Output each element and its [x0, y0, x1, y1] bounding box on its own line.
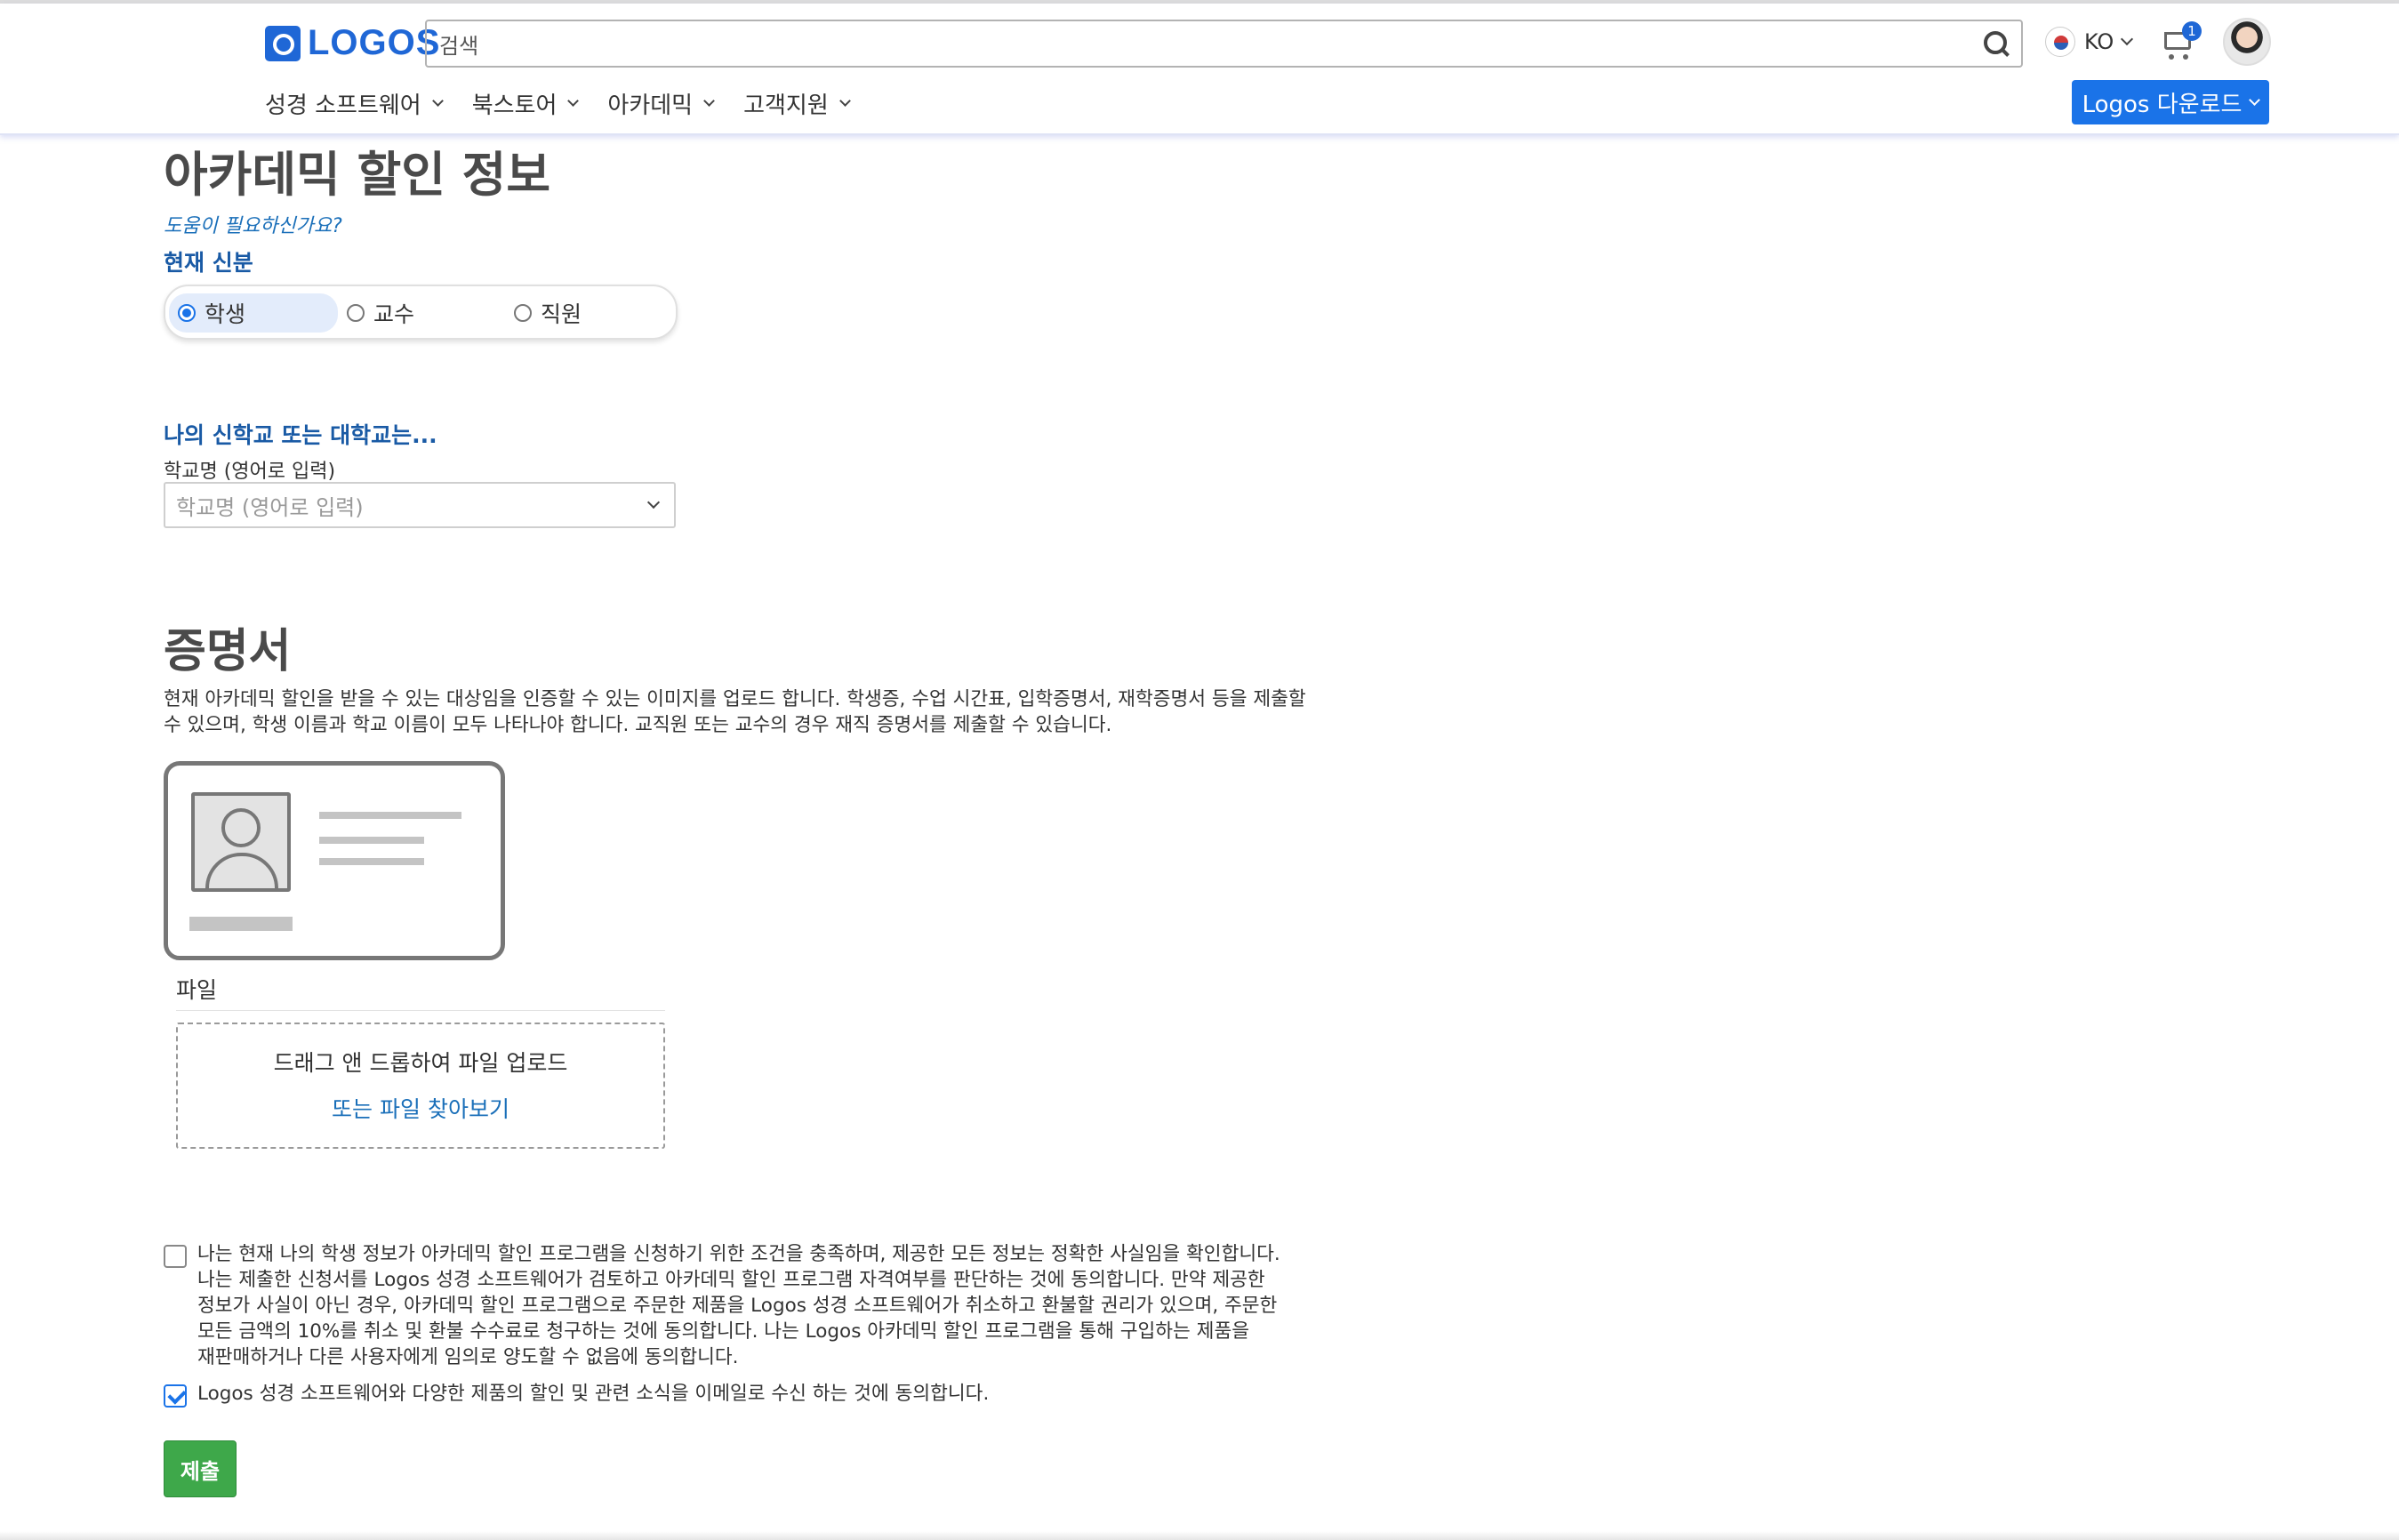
newsletter-checkbox[interactable]	[164, 1384, 187, 1408]
chevron-down-icon	[703, 95, 715, 107]
main-nav: 성경 소프트웨어 북스토어 아카데믹 고객지원	[265, 87, 879, 120]
role-option-professor[interactable]: 교수	[338, 293, 498, 333]
search-input-value: 검색	[439, 33, 479, 59]
eligibility-checkbox[interactable]	[164, 1245, 187, 1268]
id-card-line	[319, 812, 461, 819]
file-dropzone[interactable]: 드래그 앤 드롭하여 파일 업로드 또는 파일 찾아보기	[176, 1023, 665, 1149]
language-selector[interactable]: KO	[2045, 27, 2134, 57]
certificate-title: 증명서	[164, 625, 292, 678]
certificate-description: 현재 아카데믹 할인을 받을 수 있는 대상임을 인증할 수 있는 이미지를 업…	[164, 686, 1355, 738]
certificate-description-line: 수 있으며, 학생 이름과 학교 이름이 모두 나타나야 합니다. 교직원 또는…	[164, 714, 1112, 736]
search-icon[interactable]	[1977, 26, 2012, 61]
cart-count-badge: 1	[2182, 21, 2202, 41]
newsletter-agreement: Logos 성경 소프트웨어와 다양한 제품의 할인 및 관련 소식을 이메일로…	[164, 1381, 1344, 1408]
chevron-down-icon	[567, 95, 580, 107]
site-header: LOGOS 검색 KO 1 성경 소프트웨어 북스토어 아카데믹 고객지원 Lo…	[0, 4, 2399, 135]
school-heading: 나의 신학교 또는 대학교는...	[164, 422, 437, 448]
role-option-student[interactable]: 학생	[169, 293, 338, 333]
nav-item-label: 고객지원	[743, 92, 829, 119]
agreement-line: 모든 금액의 10%를 취소 및 환불 수수료로 청구하는 것에 동의합니다. …	[197, 1320, 1250, 1343]
korea-flag-icon	[2045, 27, 2075, 57]
radio-icon[interactable]	[514, 304, 532, 322]
id-card-line	[319, 858, 424, 865]
role-label: 학생	[205, 301, 246, 327]
status-heading: 현재 신분	[164, 250, 253, 276]
chevron-down-icon	[2121, 32, 2134, 46]
search-input[interactable]: 검색	[425, 20, 2023, 68]
logos-logo-icon	[265, 25, 301, 61]
nav-item-academic[interactable]: 아카데믹	[607, 87, 715, 120]
nav-item-bible-software[interactable]: 성경 소프트웨어	[265, 87, 444, 120]
eligibility-agreement: 나는 현재 나의 학생 정보가 아카데믹 할인 프로그램을 신청하기 위한 조건…	[164, 1241, 1344, 1370]
bottom-edge	[0, 1531, 2399, 1540]
chevron-down-icon	[646, 495, 661, 509]
file-label: 파일	[176, 977, 218, 1003]
nav-item-support[interactable]: 고객지원	[743, 87, 851, 120]
agreement-line: 나는 제출한 신청서를 Logos 성경 소프트웨어가 검토하고 아카데믹 할인…	[197, 1269, 1265, 1291]
id-card-illustration	[164, 761, 505, 960]
role-option-staff[interactable]: 직원	[505, 293, 665, 333]
school-field-label: 학교명 (영어로 입력)	[164, 461, 336, 483]
id-photo-icon	[191, 792, 291, 892]
newsletter-agreement-text: Logos 성경 소프트웨어와 다양한 제품의 할인 및 관련 소식을 이메일로…	[197, 1383, 990, 1405]
divider	[176, 1010, 665, 1011]
radio-selected-icon[interactable]	[178, 304, 196, 322]
language-label: KO	[2084, 29, 2114, 54]
agreement-line: 재판매하거나 다른 사용자에게 임의로 양도할 수 없음에 동의합니다.	[197, 1346, 739, 1368]
user-avatar[interactable]	[2223, 18, 2271, 66]
nav-item-bookstore[interactable]: 북스토어	[471, 87, 580, 120]
cart-button[interactable]: 1	[2162, 21, 2203, 60]
id-card-line	[319, 837, 424, 844]
page-title: 아카데믹 할인 정보	[164, 147, 551, 203]
radio-icon[interactable]	[347, 304, 365, 322]
help-link[interactable]: 도움이 필요하신가요?	[164, 210, 342, 238]
role-radio-group: 학생 교수 직원	[164, 285, 678, 340]
download-logos-button[interactable]: Logos 다운로드	[2072, 80, 2269, 124]
browse-files-link[interactable]: 또는 파일 찾아보기	[178, 1092, 663, 1124]
chevron-down-icon	[838, 95, 851, 107]
agreement-line: 나는 현재 나의 학생 정보가 아카데믹 할인 프로그램을 신청하기 위한 조건…	[197, 1243, 1280, 1265]
nav-item-label: 북스토어	[471, 92, 558, 119]
school-select[interactable]: 학교명 (영어로 입력)	[164, 482, 676, 528]
logos-logo[interactable]: LOGOS	[265, 23, 440, 63]
chevron-down-icon	[431, 95, 444, 107]
download-button-label: Logos 다운로드	[2082, 91, 2243, 118]
nav-item-label: 성경 소프트웨어	[265, 92, 421, 119]
role-label: 직원	[541, 301, 582, 327]
id-card-line	[189, 917, 293, 931]
dropzone-text: 드래그 앤 드롭하여 파일 업로드	[273, 1050, 568, 1076]
submit-button[interactable]: 제출	[164, 1440, 237, 1497]
eligibility-agreement-text: 나는 현재 나의 학생 정보가 아카데믹 할인 프로그램을 신청하기 위한 조건…	[197, 1241, 1344, 1370]
school-select-placeholder: 학교명 (영어로 입력)	[176, 494, 364, 520]
certificate-description-line: 현재 아카데믹 할인을 받을 수 있는 대상임을 인증할 수 있는 이미지를 업…	[164, 688, 1306, 710]
logo-text: LOGOS	[308, 23, 441, 62]
nav-item-label: 아카데믹	[607, 92, 694, 119]
chevron-down-icon	[2249, 93, 2261, 106]
role-label: 교수	[373, 301, 415, 327]
agreement-line: 정보가 사실이 아닌 경우, 아카데믹 할인 프로그램으로 주문한 제품을 Lo…	[197, 1295, 1278, 1317]
